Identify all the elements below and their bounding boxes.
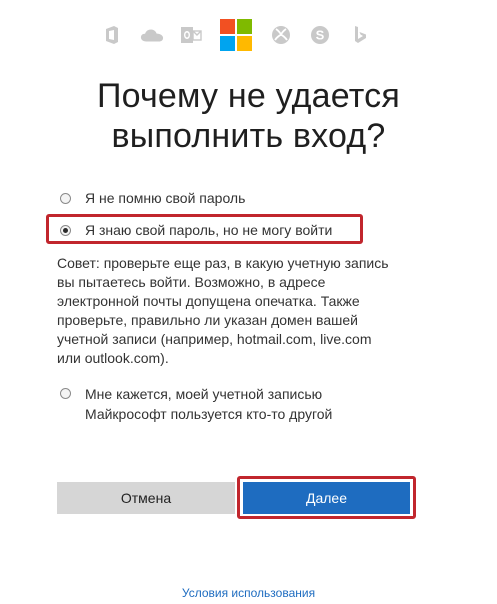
tip-text: Совет: проверьте еще раз, в какую учетну… [57, 255, 389, 366]
microsoft-logo-icon [219, 18, 253, 52]
xbox-icon [269, 23, 293, 47]
product-icons-row: S [100, 18, 372, 52]
svg-text:S: S [316, 28, 325, 43]
radio-someone-else[interactable] [60, 388, 71, 399]
option-forgot-password-label: Я не помню свой пароль [85, 190, 246, 206]
option-know-password-label: Я знаю свой пароль, но не могу войти [85, 222, 333, 238]
radio-know-password[interactable] [60, 224, 71, 236]
title-line-2: выполнить вход? [111, 117, 386, 155]
title-line-1: Почему не удается [97, 77, 400, 115]
option-someone-else-line-1: Мне кажется, моей учетной записью [85, 386, 323, 402]
next-button[interactable]: Далее [243, 482, 410, 514]
option-know-password[interactable]: Я знаю свой пароль, но не могу войти [60, 222, 332, 238]
onedrive-icon [140, 23, 164, 47]
terms-link[interactable]: Условия использования [0, 586, 497, 600]
cancel-button[interactable]: Отмена [57, 482, 235, 514]
option-someone-else-line-2: Майкрософт пользуется кто-то другой [85, 406, 333, 422]
option-forgot-password[interactable]: Я не помню свой пароль [60, 190, 245, 206]
office-icon [100, 23, 124, 47]
bing-icon [348, 23, 372, 47]
page-title: Почему не удается выполнить вход? [0, 76, 497, 156]
skype-icon: S [308, 23, 332, 47]
radio-forgot-password[interactable] [60, 192, 71, 204]
outlook-icon [179, 23, 203, 47]
option-someone-else[interactable]: Мне кажется, моей учетной записью Майкро… [60, 384, 332, 424]
